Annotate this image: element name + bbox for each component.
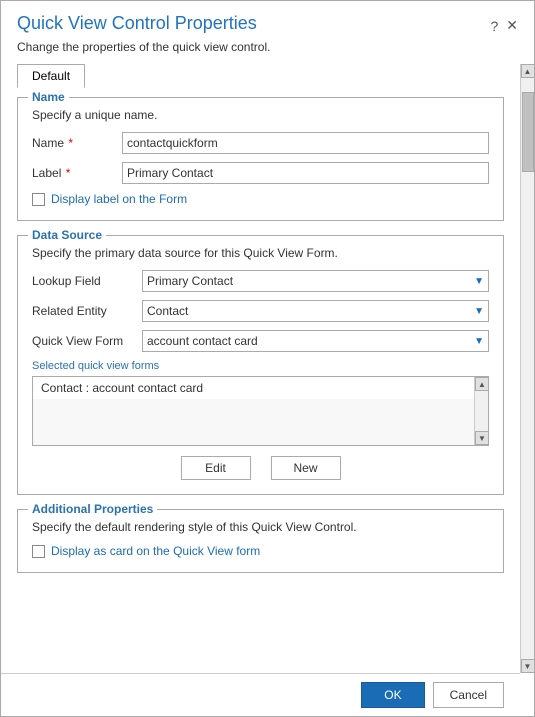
quick-view-form-value: account contact card — [147, 334, 258, 348]
close-icon[interactable]: ✕ — [506, 17, 518, 34]
additional-properties-section: Additional Properties Specify the defaul… — [17, 509, 504, 573]
display-card-checkbox-label: Display as card on the Quick View form — [51, 544, 260, 558]
name-section-desc: Specify a unique name. — [32, 108, 489, 122]
related-entity-label: Related Entity — [32, 304, 142, 318]
scrollbar-thumb[interactable] — [522, 92, 534, 172]
lookup-field-value: Primary Contact — [147, 274, 233, 288]
dialog: Quick View Control Properties ? ✕ Change… — [0, 0, 535, 717]
label-required-star: * — [62, 166, 70, 180]
form-button-row: Edit New — [32, 456, 489, 480]
quick-view-form-row: Quick View Form account contact card ▼ — [32, 330, 489, 352]
related-entity-value: Contact — [147, 304, 188, 318]
quick-view-form-label: Quick View Form — [32, 334, 142, 348]
lookup-field-dropdown[interactable]: Primary Contact ▼ — [142, 270, 489, 292]
selected-quick-view-label: Selected quick view forms — [32, 360, 489, 372]
name-section-legend: Name — [28, 90, 69, 104]
data-source-legend: Data Source — [28, 228, 106, 242]
new-button[interactable]: New — [271, 456, 341, 480]
dialog-scrollbar[interactable]: ▲ ▼ — [520, 64, 534, 673]
lookup-field-row: Lookup Field Primary Contact ▼ — [32, 270, 489, 292]
lookup-field-arrow-icon: ▼ — [474, 276, 484, 287]
name-section: Name Specify a unique name. Name * Label… — [17, 97, 504, 221]
list-item: Contact : account contact card — [33, 377, 488, 399]
quick-view-form-dropdown[interactable]: account contact card ▼ — [142, 330, 489, 352]
lookup-field-label: Lookup Field — [32, 274, 142, 288]
display-card-checkbox-row: Display as card on the Quick View form — [32, 544, 489, 558]
dialog-subtitle: Change the properties of the quick view … — [1, 40, 534, 64]
additional-properties-legend: Additional Properties — [28, 502, 157, 516]
selected-forms-listbox[interactable]: Contact : account contact card ▲ ▼ — [32, 376, 489, 446]
tab-default[interactable]: Default — [17, 64, 85, 88]
label-field-row: Label * — [32, 162, 489, 184]
dialog-header-icons: ? ✕ — [490, 17, 518, 34]
data-source-section: Data Source Specify the primary data sou… — [17, 235, 504, 495]
dialog-title-group: Quick View Control Properties — [17, 13, 257, 34]
label-input[interactable] — [122, 162, 489, 184]
quick-view-form-arrow-icon: ▼ — [474, 336, 484, 347]
related-entity-arrow-icon: ▼ — [474, 306, 484, 317]
dialog-footer: OK Cancel — [1, 673, 520, 716]
display-label-checkbox-row: Display label on the Form — [32, 192, 489, 206]
name-label: Name * — [32, 136, 122, 150]
display-card-checkbox[interactable] — [32, 545, 45, 558]
help-icon[interactable]: ? — [490, 18, 498, 34]
related-entity-row: Related Entity Contact ▼ — [32, 300, 489, 322]
dialog-header: Quick View Control Properties ? ✕ — [1, 1, 534, 40]
listbox-scrollbar: ▲ ▼ — [474, 377, 488, 445]
content-area: Default Name Specify a unique name. Name… — [1, 64, 520, 673]
tab-bar: Default — [17, 64, 504, 87]
ok-button[interactable]: OK — [361, 682, 424, 708]
listbox-scroll-down-icon[interactable]: ▼ — [475, 431, 489, 445]
display-label-checkbox[interactable] — [32, 193, 45, 206]
name-required-star: * — [65, 136, 73, 150]
label-label: Label * — [32, 166, 122, 180]
display-label-checkbox-label: Display label on the Form — [51, 192, 187, 206]
dialog-title: Quick View Control Properties — [17, 13, 257, 34]
name-field-row: Name * — [32, 132, 489, 154]
name-input[interactable] — [122, 132, 489, 154]
related-entity-dropdown[interactable]: Contact ▼ — [142, 300, 489, 322]
edit-button[interactable]: Edit — [181, 456, 251, 480]
listbox-scroll-up-icon[interactable]: ▲ — [475, 377, 489, 391]
additional-properties-desc: Specify the default rendering style of t… — [32, 520, 489, 534]
cancel-button[interactable]: Cancel — [433, 682, 504, 708]
scroll-up-icon[interactable]: ▲ — [521, 64, 535, 78]
data-source-desc: Specify the primary data source for this… — [32, 246, 489, 260]
scroll-down-icon[interactable]: ▼ — [521, 659, 535, 673]
